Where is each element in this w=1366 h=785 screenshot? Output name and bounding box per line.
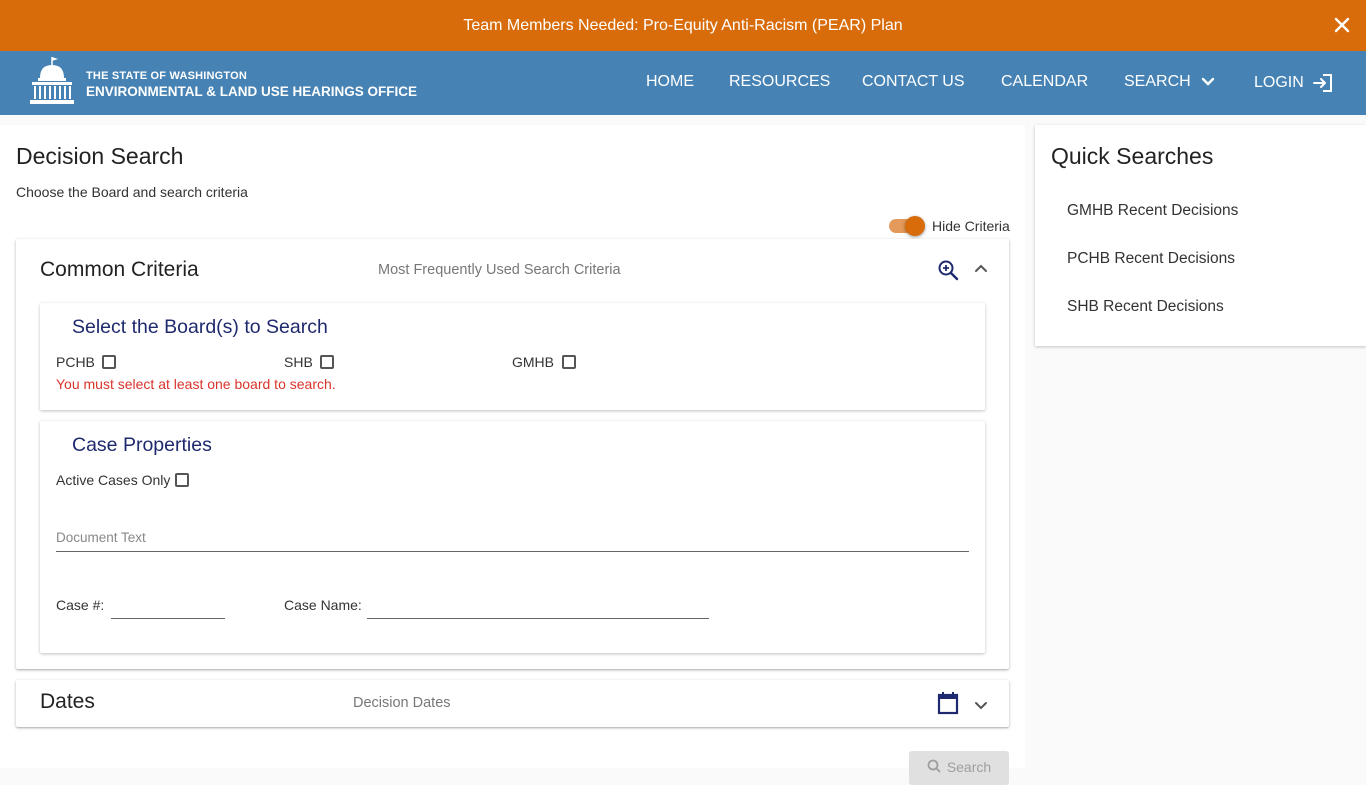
dates-title[interactable]: Dates (40, 690, 95, 714)
active-cases-checkbox[interactable] (175, 473, 189, 487)
pchb-label: PCHB (56, 354, 95, 370)
document-text-underline (56, 551, 969, 552)
hide-criteria-toggle[interactable] (888, 216, 926, 236)
search-zoom-icon (936, 258, 960, 282)
nav-login-label: LOGIN (1254, 74, 1304, 91)
close-icon[interactable] (1330, 13, 1354, 37)
chevron-down-icon (1201, 77, 1215, 87)
case-name-underline (367, 618, 709, 619)
case-number-label: Case #: (56, 597, 105, 613)
calendar-icon (936, 691, 960, 715)
site-header: THE STATE OF WASHINGTON ENVIRONMENTAL & … (0, 51, 1366, 115)
chevron-up-icon[interactable] (970, 258, 992, 278)
hide-criteria-label: Hide Criteria (932, 218, 1010, 234)
case-name-label: Case Name: (284, 597, 362, 613)
case-properties-title: Case Properties (72, 434, 212, 456)
nav-contact-us[interactable]: CONTACT US (862, 73, 965, 91)
common-criteria-title[interactable]: Common Criteria (40, 258, 199, 282)
dates-panel[interactable] (16, 680, 1009, 727)
nav-search-menu[interactable]: SEARCH (1124, 73, 1215, 91)
nav-resources[interactable]: RESOURCES (729, 73, 830, 91)
login-icon (1312, 73, 1334, 93)
shb-checkbox[interactable] (320, 355, 334, 369)
common-criteria-desc: Most Frequently Used Search Criteria (378, 262, 621, 278)
page-title: Decision Search (16, 143, 184, 169)
nav-home[interactable]: HOME (646, 73, 694, 91)
gmhb-checkbox[interactable] (562, 355, 576, 369)
shb-label: SHB (284, 354, 313, 370)
banner-text[interactable]: Team Members Needed: Pro-Equity Anti-Rac… (463, 17, 902, 35)
quick-search-pchb[interactable]: PCHB Recent Decisions (1067, 250, 1235, 268)
document-text-placeholder: Document Text (56, 530, 146, 545)
announcement-banner: Team Members Needed: Pro-Equity Anti-Rac… (0, 0, 1366, 51)
dates-desc: Decision Dates (353, 695, 451, 711)
quick-search-shb[interactable]: SHB Recent Decisions (1067, 298, 1224, 316)
logo-line-state: THE STATE OF WASHINGTON (86, 69, 248, 82)
case-number-input[interactable] (111, 590, 225, 618)
logo-line-office: ENVIRONMENTAL & LAND USE HEARINGS OFFICE (86, 83, 418, 99)
case-number-underline (111, 618, 225, 619)
capitol-building-icon (30, 56, 74, 111)
nav-search-label: SEARCH (1124, 73, 1191, 90)
quick-search-gmhb[interactable]: GMHB Recent Decisions (1067, 202, 1238, 220)
case-name-input[interactable] (367, 590, 709, 618)
site-logo[interactable]: THE STATE OF WASHINGTON ENVIRONMENTAL & … (30, 56, 417, 111)
page-subtitle: Choose the Board and search criteria (16, 184, 248, 200)
search-button[interactable]: Search (909, 751, 1009, 785)
document-text-input[interactable] (56, 520, 969, 552)
toggle-thumb (905, 216, 925, 236)
search-button-label: Search (946, 759, 992, 775)
quick-searches-panel: Quick Searches GMHB Recent Decisions PCH… (1035, 125, 1366, 346)
gmhb-label: GMHB (512, 354, 554, 370)
nav-calendar[interactable]: CALENDAR (1001, 73, 1088, 91)
quick-searches-title: Quick Searches (1051, 143, 1214, 169)
chevron-down-icon[interactable] (970, 696, 992, 716)
search-icon (927, 759, 941, 773)
active-cases-label: Active Cases Only (56, 472, 171, 488)
boards-title: Select the Board(s) to Search (72, 316, 328, 338)
board-error-message: You must select at least one board to se… (56, 376, 336, 392)
nav-login[interactable]: LOGIN (1254, 73, 1334, 93)
pchb-checkbox[interactable] (102, 355, 116, 369)
